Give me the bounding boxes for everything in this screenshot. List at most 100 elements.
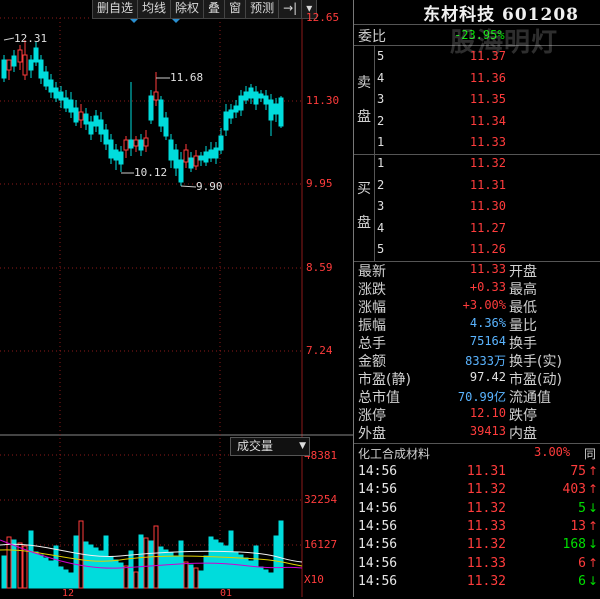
candle-body <box>11 55 17 67</box>
volume-bar <box>223 545 229 589</box>
arrow-down-icon: ↓ <box>588 500 599 515</box>
stat-row: 外盘 39413 内盘 <box>354 423 600 442</box>
volume-bar <box>17 542 23 589</box>
candle-body <box>268 99 274 121</box>
volume-bar <box>173 555 179 589</box>
stat-label: 总市值 <box>358 390 400 406</box>
sell-level-price[interactable]: 11.34 <box>454 114 506 128</box>
overlay-button[interactable]: 叠 <box>204 0 226 18</box>
candle-body <box>48 79 54 93</box>
candle-body <box>178 159 184 183</box>
candle-body <box>208 149 214 159</box>
jump-end-icon[interactable]: →| <box>279 0 303 18</box>
candle-body <box>143 137 149 147</box>
sell-level-price[interactable]: 11.37 <box>454 49 506 63</box>
industry-row[interactable]: 化工合成材料 3.00% 同 <box>354 443 600 462</box>
buy-level-price[interactable]: 11.27 <box>454 221 506 235</box>
candle-body <box>118 151 124 165</box>
stat-row: 总手 75164 换手 <box>354 333 600 352</box>
volume-bar <box>58 566 64 589</box>
volume-bar <box>123 565 129 589</box>
tick-time: 14:56 <box>358 573 398 589</box>
candle-body <box>133 139 139 147</box>
buy-level-price[interactable]: 11.31 <box>454 178 506 192</box>
volume-bar <box>188 564 194 589</box>
stat-row: 市盈(静) 97.42 市盈(动) <box>354 369 600 388</box>
tick-time: 14:56 <box>358 555 398 571</box>
ex-rights-button[interactable]: 除权 <box>171 0 205 18</box>
window-button[interactable]: 窗 <box>225 0 247 18</box>
arrow-down-icon: ↓ <box>588 573 599 588</box>
price-axis-label: 8.59 <box>306 261 333 274</box>
buy-level-price[interactable]: 11.32 <box>454 156 506 170</box>
stat-label: 金额 <box>358 354 386 370</box>
buy-order-book: 买 盘 1 11.32 2 11.31 3 11.30 4 11.27 5 11.26 <box>354 155 600 261</box>
tick-time: 14:56 <box>358 482 398 498</box>
candle-body <box>22 54 28 76</box>
stat-value: 39413 <box>469 424 506 438</box>
price-axis-label: 12.65 <box>306 11 340 24</box>
tick-row: 14:56 11.33 6 ↑ <box>354 556 600 574</box>
tick-price: 11.32 <box>466 482 506 498</box>
candle-body <box>108 139 114 159</box>
sell-level-price[interactable]: 11.33 <box>454 135 506 149</box>
stat-label: 跌停 <box>509 408 537 424</box>
volume-axis-label: 32254 <box>304 493 338 506</box>
volume-bar <box>43 557 49 589</box>
moving-average-button[interactable]: 均线 <box>138 0 172 18</box>
volume-bar <box>63 569 69 589</box>
stat-label: 最低 <box>509 300 537 316</box>
candle-body <box>193 155 199 167</box>
stat-label: 流通值 <box>509 390 551 406</box>
forecast-button[interactable]: 预测 <box>246 0 280 18</box>
tick-price: 11.31 <box>466 464 506 479</box>
tick-price: 11.32 <box>466 500 506 516</box>
kline-chart <box>0 0 353 597</box>
candle-body <box>6 59 12 71</box>
candle-body <box>203 151 209 163</box>
sell-level-number: 5 <box>377 49 385 63</box>
volume-bar <box>1 555 7 589</box>
buy-level-number: 3 <box>377 199 385 213</box>
stat-label: 换手 <box>509 336 537 352</box>
candle-body <box>263 95 269 105</box>
annotation-leader <box>180 185 197 188</box>
volume-bar <box>83 541 89 589</box>
candle-body <box>278 97 284 127</box>
x-axis-label: 12 <box>62 588 75 599</box>
candle-body <box>38 59 44 79</box>
arrow-up-icon: ↑ <box>588 482 599 497</box>
volume-bar <box>53 545 59 589</box>
stat-label: 市盈(动) <box>509 372 562 388</box>
buy-level-number: 2 <box>377 177 385 192</box>
buy-level-price[interactable]: 11.26 <box>454 242 506 256</box>
sell-label: 卖 <box>357 75 371 91</box>
volume-multiplier-label: X10 <box>304 573 324 586</box>
kline-chart-pane[interactable]: 删自选 均线 除权 叠 窗 预测 →| ▾ 12.65 11.30 9.95 8… <box>0 0 353 599</box>
stat-value: 11.33 <box>469 262 506 276</box>
candle-body <box>17 49 23 63</box>
sell-order-book: 卖 盘 5 11.37 4 11.36 3 11.35 2 11.34 1 11.33 <box>354 46 600 154</box>
tick-row: 14:56 11.32 168 ↓ <box>354 537 600 555</box>
volume-bar <box>258 566 264 589</box>
sell-level-price[interactable]: 11.36 <box>454 71 506 85</box>
candle-body <box>148 95 154 121</box>
buy-level-price[interactable]: 11.30 <box>454 199 506 213</box>
volume-bar <box>278 520 284 589</box>
stat-row: 振幅 4.36% 量比 <box>354 315 600 334</box>
low-annotation: 9.90 <box>196 180 223 193</box>
volume-bar <box>128 550 134 589</box>
tick-price: 11.32 <box>466 573 506 589</box>
volume-bar <box>48 560 54 589</box>
candle-body <box>223 111 229 131</box>
remove-watchlist-button[interactable]: 删自选 <box>93 0 139 18</box>
volume-bar <box>113 559 119 589</box>
candle-body <box>238 95 244 111</box>
sell-level-number: 2 <box>377 113 385 128</box>
candle-body <box>113 149 119 161</box>
volume-bar <box>103 535 109 589</box>
sell-level-price[interactable]: 11.35 <box>454 92 506 106</box>
tick-row: 14:56 11.33 13 ↑ <box>354 519 600 537</box>
volume-indicator-select[interactable]: 成交量 ▼ <box>230 437 310 456</box>
chart-toolbar: 删自选 均线 除权 叠 窗 预测 →| ▾ <box>92 0 318 19</box>
